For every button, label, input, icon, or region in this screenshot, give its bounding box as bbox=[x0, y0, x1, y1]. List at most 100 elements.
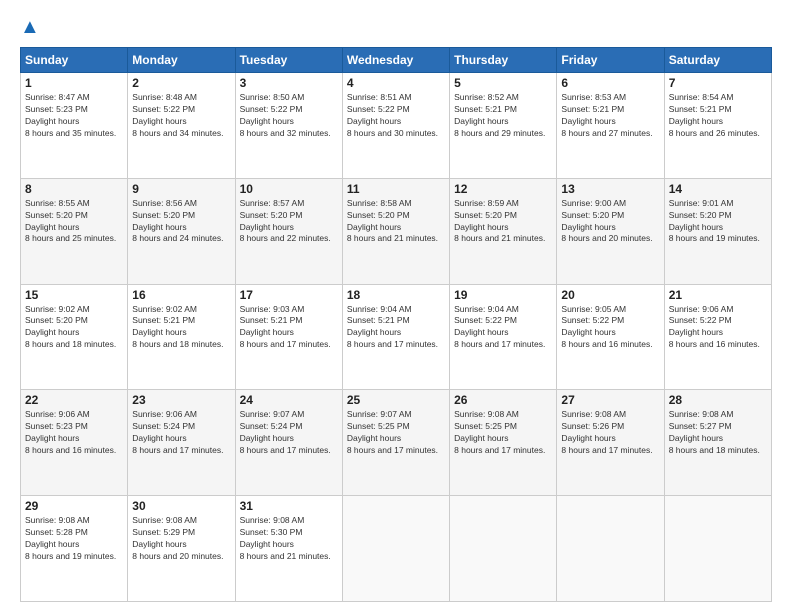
calendar-cell: 23 Sunrise: 9:06 AMSunset: 5:24 PMDayligh… bbox=[128, 390, 235, 496]
day-info: Sunrise: 9:08 AMSunset: 5:26 PMDaylight … bbox=[561, 409, 659, 457]
day-info: Sunrise: 9:02 AMSunset: 5:20 PMDaylight … bbox=[25, 304, 123, 352]
calendar-cell: 4Sunrise: 8:51 AMSunset: 5:22 PMDaylight… bbox=[342, 73, 449, 179]
day-info: Sunrise: 9:08 AMSunset: 5:28 PMDaylight … bbox=[25, 515, 123, 563]
calendar-cell: 31 Sunrise: 9:08 AMSunset: 5:30 PMDayligh… bbox=[235, 496, 342, 602]
day-info: Sunrise: 9:08 AMSunset: 5:25 PMDaylight … bbox=[454, 409, 552, 457]
calendar-cell: 17 Sunrise: 9:03 AMSunset: 5:21 PMDayligh… bbox=[235, 284, 342, 390]
day-number: 11 bbox=[347, 182, 445, 196]
day-header-saturday: Saturday bbox=[664, 48, 771, 73]
calendar-cell: 28 Sunrise: 9:08 AMSunset: 5:27 PMDayligh… bbox=[664, 390, 771, 496]
day-info: Sunrise: 9:08 AMSunset: 5:29 PMDaylight … bbox=[132, 515, 230, 563]
day-number: 30 bbox=[132, 499, 230, 513]
calendar-cell: 21Sunrise: 9:06 AMSunset: 5:22 PMDayligh… bbox=[664, 284, 771, 390]
day-header-tuesday: Tuesday bbox=[235, 48, 342, 73]
day-info: Sunrise: 8:54 AMSunset: 5:21 PMDaylight … bbox=[669, 92, 767, 140]
day-info: Sunrise: 9:04 AMSunset: 5:22 PMDaylight … bbox=[454, 304, 552, 352]
calendar-cell: 25 Sunrise: 9:07 AMSunset: 5:25 PMDayligh… bbox=[342, 390, 449, 496]
calendar-cell: 1 Sunrise: 8:47 AMSunset: 5:23 PMDaylight… bbox=[21, 73, 128, 179]
logo-area: ▲ bbox=[20, 16, 48, 39]
calendar-cell: 24 Sunrise: 9:07 AMSunset: 5:24 PMDayligh… bbox=[235, 390, 342, 496]
day-info: Sunrise: 8:48 AMSunset: 5:22 PMDaylight … bbox=[132, 92, 230, 140]
day-info: Sunrise: 9:08 AMSunset: 5:27 PMDaylight … bbox=[669, 409, 767, 457]
calendar-cell: 18Sunrise: 9:04 AMSunset: 5:21 PMDayligh… bbox=[342, 284, 449, 390]
day-number: 10 bbox=[240, 182, 338, 196]
calendar-cell: 22Sunrise: 9:06 AMSunset: 5:23 PMDayligh… bbox=[21, 390, 128, 496]
day-number: 28 bbox=[669, 393, 767, 407]
day-header-thursday: Thursday bbox=[450, 48, 557, 73]
day-number: 31 bbox=[240, 499, 338, 513]
day-number: 17 bbox=[240, 288, 338, 302]
logo: ▲ bbox=[20, 16, 48, 39]
day-info: Sunrise: 9:01 AMSunset: 5:20 PMDaylight … bbox=[669, 198, 767, 246]
calendar-cell: 26 Sunrise: 9:08 AMSunset: 5:25 PMDayligh… bbox=[450, 390, 557, 496]
day-number: 19 bbox=[454, 288, 552, 302]
day-header-monday: Monday bbox=[128, 48, 235, 73]
calendar-cell: 8 Sunrise: 8:55 AMSunset: 5:20 PMDaylight… bbox=[21, 178, 128, 284]
calendar-cell: 27 Sunrise: 9:08 AMSunset: 5:26 PMDayligh… bbox=[557, 390, 664, 496]
day-number: 24 bbox=[240, 393, 338, 407]
day-number: 6 bbox=[561, 76, 659, 90]
calendar-cell: 29Sunrise: 9:08 AMSunset: 5:28 PMDayligh… bbox=[21, 496, 128, 602]
week-row-2: 8 Sunrise: 8:55 AMSunset: 5:20 PMDaylight… bbox=[21, 178, 772, 284]
day-number: 7 bbox=[669, 76, 767, 90]
day-info: Sunrise: 9:06 AMSunset: 5:24 PMDaylight … bbox=[132, 409, 230, 457]
day-number: 12 bbox=[454, 182, 552, 196]
day-number: 16 bbox=[132, 288, 230, 302]
calendar-cell: 20Sunrise: 9:05 AMSunset: 5:22 PMDayligh… bbox=[557, 284, 664, 390]
calendar: SundayMondayTuesdayWednesdayThursdayFrid… bbox=[20, 47, 772, 602]
day-info: Sunrise: 8:47 AMSunset: 5:23 PMDaylight … bbox=[25, 92, 123, 140]
day-info: Sunrise: 8:53 AMSunset: 5:21 PMDaylight … bbox=[561, 92, 659, 140]
calendar-header: SundayMondayTuesdayWednesdayThursdayFrid… bbox=[21, 48, 772, 73]
day-info: Sunrise: 8:51 AMSunset: 5:22 PMDaylight … bbox=[347, 92, 445, 140]
day-info: Sunrise: 8:50 AMSunset: 5:22 PMDaylight … bbox=[240, 92, 338, 140]
day-info: Sunrise: 9:02 AMSunset: 5:21 PMDaylight … bbox=[132, 304, 230, 352]
calendar-cell: 2Sunrise: 8:48 AMSunset: 5:22 PMDaylight… bbox=[128, 73, 235, 179]
day-info: Sunrise: 8:52 AMSunset: 5:21 PMDaylight … bbox=[454, 92, 552, 140]
day-number: 9 bbox=[132, 182, 230, 196]
day-info: Sunrise: 9:07 AMSunset: 5:25 PMDaylight … bbox=[347, 409, 445, 457]
week-row-5: 29Sunrise: 9:08 AMSunset: 5:28 PMDayligh… bbox=[21, 496, 772, 602]
page: ▲ SundayMondayTuesdayWednesdayThursdayFr… bbox=[0, 0, 792, 612]
day-number: 5 bbox=[454, 76, 552, 90]
calendar-cell: 9 Sunrise: 8:56 AMSunset: 5:20 PMDaylight… bbox=[128, 178, 235, 284]
day-number: 23 bbox=[132, 393, 230, 407]
calendar-cell: 30 Sunrise: 9:08 AMSunset: 5:29 PMDayligh… bbox=[128, 496, 235, 602]
day-number: 8 bbox=[25, 182, 123, 196]
calendar-cell: 15Sunrise: 9:02 AMSunset: 5:20 PMDayligh… bbox=[21, 284, 128, 390]
calendar-cell bbox=[557, 496, 664, 602]
header: ▲ bbox=[20, 16, 772, 39]
day-header-friday: Friday bbox=[557, 48, 664, 73]
calendar-cell: 10 Sunrise: 8:57 AMSunset: 5:20 PMDayligh… bbox=[235, 178, 342, 284]
calendar-cell: 13Sunrise: 9:00 AMSunset: 5:20 PMDayligh… bbox=[557, 178, 664, 284]
day-number: 13 bbox=[561, 182, 659, 196]
calendar-cell bbox=[342, 496, 449, 602]
day-info: Sunrise: 9:08 AMSunset: 5:30 PMDaylight … bbox=[240, 515, 338, 563]
logo-icon: ▲ bbox=[20, 16, 40, 39]
day-info: Sunrise: 9:03 AMSunset: 5:21 PMDaylight … bbox=[240, 304, 338, 352]
day-info: Sunrise: 8:56 AMSunset: 5:20 PMDaylight … bbox=[132, 198, 230, 246]
day-header-wednesday: Wednesday bbox=[342, 48, 449, 73]
calendar-cell: 7 Sunrise: 8:54 AMSunset: 5:21 PMDaylight… bbox=[664, 73, 771, 179]
calendar-cell: 12 Sunrise: 8:59 AMSunset: 5:20 PMDayligh… bbox=[450, 178, 557, 284]
calendar-cell: 11Sunrise: 8:58 AMSunset: 5:20 PMDayligh… bbox=[342, 178, 449, 284]
calendar-cell: 6 Sunrise: 8:53 AMSunset: 5:21 PMDaylight… bbox=[557, 73, 664, 179]
day-number: 3 bbox=[240, 76, 338, 90]
calendar-cell: 16 Sunrise: 9:02 AMSunset: 5:21 PMDayligh… bbox=[128, 284, 235, 390]
day-info: Sunrise: 9:07 AMSunset: 5:24 PMDaylight … bbox=[240, 409, 338, 457]
day-header-row: SundayMondayTuesdayWednesdayThursdayFrid… bbox=[21, 48, 772, 73]
day-number: 27 bbox=[561, 393, 659, 407]
day-info: Sunrise: 8:55 AMSunset: 5:20 PMDaylight … bbox=[25, 198, 123, 246]
calendar-cell: 14Sunrise: 9:01 AMSunset: 5:20 PMDayligh… bbox=[664, 178, 771, 284]
day-number: 25 bbox=[347, 393, 445, 407]
week-row-1: 1 Sunrise: 8:47 AMSunset: 5:23 PMDaylight… bbox=[21, 73, 772, 179]
day-number: 20 bbox=[561, 288, 659, 302]
day-number: 26 bbox=[454, 393, 552, 407]
day-header-sunday: Sunday bbox=[21, 48, 128, 73]
calendar-body: 1 Sunrise: 8:47 AMSunset: 5:23 PMDaylight… bbox=[21, 73, 772, 602]
day-info: Sunrise: 8:57 AMSunset: 5:20 PMDaylight … bbox=[240, 198, 338, 246]
day-info: Sunrise: 8:59 AMSunset: 5:20 PMDaylight … bbox=[454, 198, 552, 246]
calendar-cell bbox=[664, 496, 771, 602]
calendar-cell: 3 Sunrise: 8:50 AMSunset: 5:22 PMDaylight… bbox=[235, 73, 342, 179]
day-info: Sunrise: 9:04 AMSunset: 5:21 PMDaylight … bbox=[347, 304, 445, 352]
day-number: 1 bbox=[25, 76, 123, 90]
